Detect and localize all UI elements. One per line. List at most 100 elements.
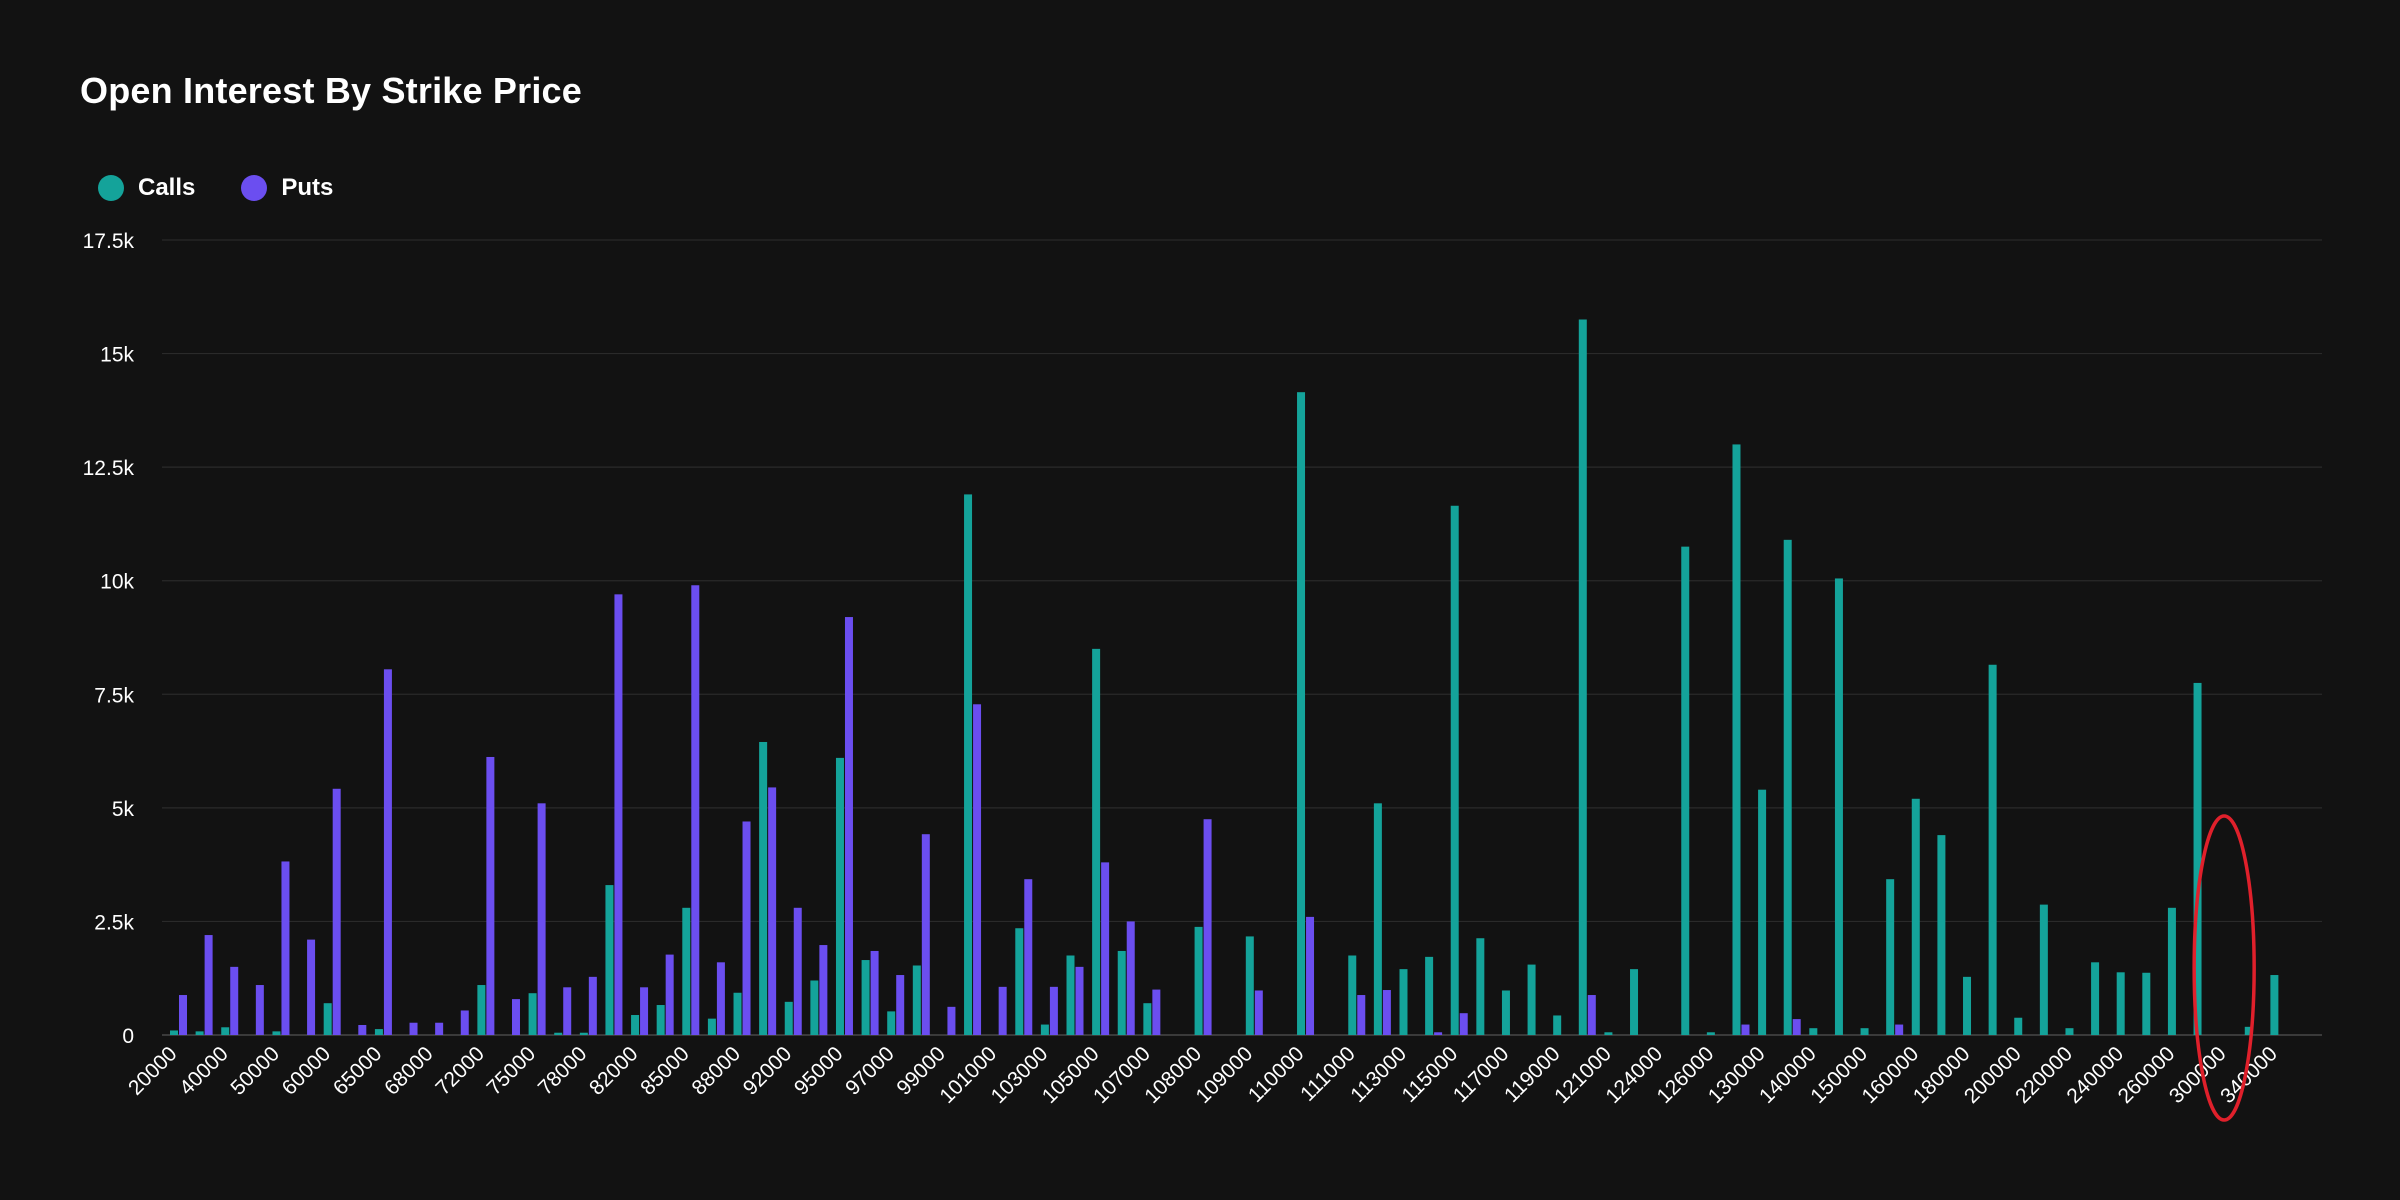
- calls-bar: [1988, 664, 1997, 1035]
- puts-bar: [665, 954, 674, 1035]
- x-tick-label: 150000: [1806, 1042, 1872, 1108]
- calls-bar: [964, 494, 973, 1035]
- x-tick-label: 82000: [585, 1042, 643, 1100]
- puts-bar: [307, 939, 316, 1035]
- puts-bar: [486, 756, 495, 1035]
- calls-bar: [733, 992, 742, 1035]
- puts-bar: [1434, 1032, 1443, 1035]
- puts-bar: [921, 834, 930, 1035]
- x-tick-label: 101000: [935, 1042, 1001, 1108]
- y-tick-label: 17.5k: [83, 230, 135, 253]
- calls-bar: [1092, 648, 1101, 1035]
- calls-bar: [374, 1029, 383, 1035]
- calls-bar: [2014, 1017, 2023, 1035]
- puts-bar: [1126, 921, 1135, 1035]
- puts-bar: [179, 995, 187, 1035]
- puts-bar: [563, 987, 572, 1035]
- x-tick-label: 95000: [790, 1042, 848, 1100]
- puts-bar: [1895, 1024, 1904, 1035]
- annotation-ellipse: [2192, 814, 2256, 1122]
- puts-bar: [1587, 995, 1596, 1035]
- x-tick-label: 115000: [1398, 1042, 1463, 1107]
- y-tick-label: 12.5k: [83, 457, 135, 480]
- puts-bar: [435, 1022, 444, 1035]
- puts-bar: [383, 669, 392, 1035]
- puts-bar: [460, 1010, 469, 1035]
- calls-bar: [1706, 1032, 1715, 1035]
- calls-bar: [835, 757, 844, 1035]
- calls-bar: [1066, 955, 1075, 1035]
- calls-bar: [1963, 976, 1972, 1035]
- x-tick-label: 117000: [1449, 1042, 1514, 1107]
- x-tick-label: 260000: [2114, 1042, 2180, 1108]
- calls-bar: [1937, 835, 1946, 1035]
- x-tick-label: 75000: [483, 1042, 541, 1100]
- puts-bar: [1203, 819, 1212, 1035]
- x-tick-label: 220000: [2011, 1042, 2077, 1108]
- calls-bar: [1425, 956, 1434, 1035]
- calls-bar: [2167, 907, 2176, 1035]
- puts-bar: [716, 962, 725, 1035]
- puts-bar: [614, 594, 623, 1035]
- puts-bar: [768, 787, 777, 1035]
- puts-bar: [1382, 990, 1391, 1035]
- x-tick-label: 50000: [226, 1042, 284, 1100]
- x-tick-label: 40000: [175, 1042, 233, 1100]
- puts-bar: [998, 986, 1007, 1035]
- calls-bar: [759, 741, 768, 1035]
- calls-bar: [1245, 936, 1254, 1035]
- puts-bar: [588, 976, 597, 1035]
- calls-bar: [1373, 803, 1382, 1035]
- calls-bar: [2039, 904, 2048, 1035]
- calls-bar: [2116, 972, 2125, 1035]
- y-tick-label: 0: [122, 1025, 134, 1048]
- x-tick-label: 121000: [1550, 1042, 1616, 1108]
- x-tick-label: 60000: [278, 1042, 336, 1100]
- x-tick-label: 88000: [687, 1042, 745, 1100]
- calls-bar: [528, 993, 537, 1035]
- calls-bar: [1348, 955, 1357, 1035]
- calls-bar: [195, 1031, 204, 1035]
- puts-bar: [1254, 990, 1263, 1035]
- calls-bar: [1911, 798, 1920, 1035]
- x-tick-label: 78000: [534, 1042, 592, 1100]
- calls-bar: [1476, 938, 1485, 1035]
- x-tick-label: 113000: [1346, 1042, 1411, 1107]
- calls-bar: [784, 1001, 793, 1035]
- x-tick-label: 103000: [987, 1042, 1053, 1108]
- calls-bar: [477, 985, 486, 1035]
- puts-bar: [896, 975, 905, 1035]
- puts-bar: [255, 985, 264, 1035]
- puts-bar: [1101, 862, 1110, 1035]
- puts-bar: [1792, 1019, 1801, 1035]
- calls-bar: [1143, 1003, 1152, 1035]
- calls-bar: [1732, 444, 1741, 1035]
- x-tick-label: 97000: [841, 1042, 899, 1100]
- x-tick-label: 68000: [380, 1042, 438, 1100]
- calls-bar: [1117, 950, 1126, 1035]
- x-tick-label: 140000: [1755, 1042, 1821, 1108]
- x-tick-label: 111000: [1296, 1042, 1360, 1106]
- calls-bar: [1681, 546, 1690, 1035]
- x-tick-label: 130000: [1704, 1042, 1770, 1108]
- calls-bar: [1194, 926, 1203, 1035]
- calls-bar: [810, 980, 819, 1035]
- puts-bar: [640, 987, 649, 1035]
- calls-bar: [682, 907, 691, 1035]
- calls-bar: [579, 1032, 588, 1035]
- x-tick-label: 180000: [1909, 1042, 1975, 1108]
- calls-bar: [1809, 1028, 1818, 1035]
- puts-bar: [230, 966, 239, 1035]
- calls-bar: [554, 1032, 563, 1035]
- x-tick-label: 110000: [1244, 1042, 1309, 1107]
- puts-bar: [793, 907, 802, 1035]
- x-tick-label: 105000: [1038, 1042, 1104, 1108]
- calls-bar: [2065, 1028, 2074, 1035]
- calls-bar: [1578, 319, 1587, 1035]
- calls-bar: [1604, 1032, 1613, 1035]
- calls-bar: [1297, 392, 1306, 1036]
- puts-bar: [742, 821, 751, 1035]
- x-tick-label: 108000: [1140, 1042, 1206, 1108]
- calls-bar: [605, 885, 614, 1035]
- calls-bar: [1630, 969, 1639, 1035]
